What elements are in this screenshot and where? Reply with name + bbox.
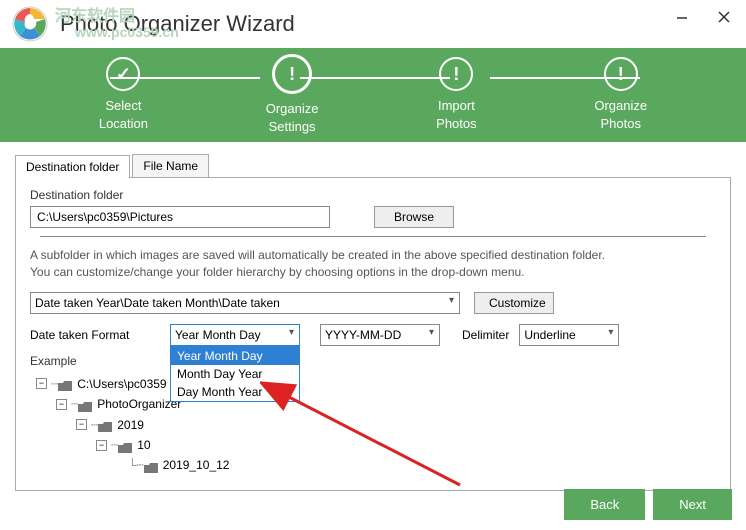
destination-folder-input[interactable]	[30, 206, 330, 228]
wizard-stepper: ✓ Select Location ! Organize Settings ! …	[0, 48, 746, 142]
tree-toggle-icon[interactable]: −	[76, 419, 87, 430]
tree-label: C:\Users\pc0359	[77, 374, 166, 394]
folder-icon	[118, 440, 132, 451]
step-select-location: ✓ Select Location	[99, 57, 148, 132]
example-tree: − ┄ C:\Users\pc0359 − ┄ PhotoOrganizer −…	[30, 374, 716, 476]
dropdown-item-ymd[interactable]: Year Month Day	[171, 347, 299, 365]
tree-label: PhotoOrganizer	[97, 394, 181, 414]
folder-icon	[98, 419, 112, 430]
step-import-photos: ! Import Photos	[436, 57, 476, 132]
back-button[interactable]: Back	[564, 489, 645, 520]
check-icon: ✓	[106, 57, 140, 91]
step-organize-photos: ! Organize Photos	[594, 57, 647, 132]
pattern-select[interactable]	[320, 324, 440, 346]
tab-file-name[interactable]: File Name	[132, 154, 209, 177]
tree-label: 10	[137, 435, 150, 455]
tree-row: − ┄ 10	[30, 435, 716, 455]
customize-button[interactable]: Customize	[474, 292, 554, 314]
date-format-label: Date taken Format	[30, 328, 170, 342]
dropdown-item-dmy[interactable]: Day Month Year	[171, 383, 299, 401]
destination-folder-label: Destination folder	[30, 188, 716, 202]
tree-row: − ┄ C:\Users\pc0359	[30, 374, 716, 394]
date-format-dropdown: Year Month Day Month Day Year Day Month …	[170, 346, 300, 402]
step-organize-settings: ! Organize Settings	[266, 54, 319, 135]
folder-icon	[58, 378, 72, 389]
tree-row: └┄ 2019_10_12	[30, 455, 716, 475]
close-button[interactable]	[710, 6, 738, 28]
app-logo-icon	[12, 6, 48, 42]
delimiter-select[interactable]	[519, 324, 619, 346]
exclaim-icon: !	[604, 57, 638, 91]
info-text-2: You can customize/change your folder hie…	[30, 264, 716, 281]
tree-toggle-icon[interactable]: −	[96, 440, 107, 451]
dropdown-item-mdy[interactable]: Month Day Year	[171, 365, 299, 383]
folder-icon	[78, 399, 92, 410]
exclaim-icon: !	[439, 57, 473, 91]
example-label: Example	[30, 354, 716, 368]
minimize-button[interactable]	[668, 6, 696, 28]
tree-toggle-icon[interactable]: −	[36, 378, 47, 389]
app-title: Photo Organizer Wizard	[60, 11, 295, 37]
delimiter-label: Delimiter	[462, 328, 509, 342]
tree-label: 2019	[117, 415, 144, 435]
info-text-1: A subfolder in which images are saved wi…	[30, 247, 716, 264]
tree-toggle-icon[interactable]: −	[56, 399, 67, 410]
tree-label: 2019_10_12	[163, 455, 230, 475]
tree-row: − ┄ 2019	[30, 415, 716, 435]
browse-button[interactable]: Browse	[374, 206, 454, 228]
folder-icon	[144, 460, 158, 471]
hierarchy-select[interactable]	[30, 292, 460, 314]
date-format-select[interactable]	[170, 324, 300, 346]
tree-row: − ┄ PhotoOrganizer	[30, 394, 716, 414]
next-button[interactable]: Next	[653, 489, 732, 520]
exclaim-icon: !	[272, 54, 312, 94]
tab-destination-folder[interactable]: Destination folder	[15, 155, 130, 178]
